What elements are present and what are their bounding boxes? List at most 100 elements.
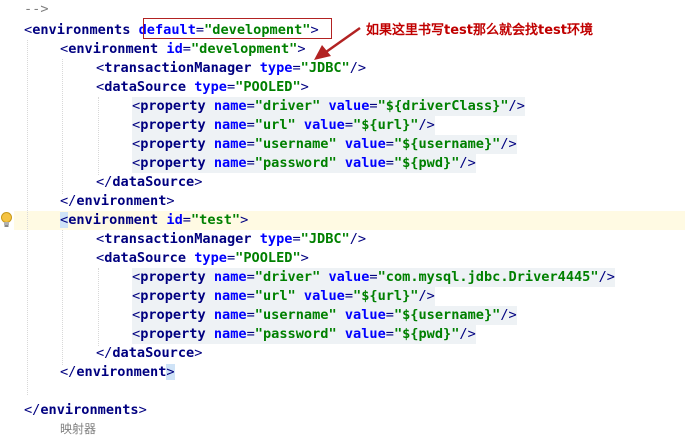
attr-value: "password" bbox=[254, 326, 337, 342]
attr-value: "username" bbox=[254, 136, 337, 152]
attr-name: value bbox=[328, 98, 370, 114]
tag-name: environments bbox=[40, 402, 139, 418]
tag-bracket: < bbox=[96, 250, 105, 266]
attr-name: value bbox=[303, 288, 345, 304]
attr-value: "com.mysql.jdbc.Driver4445" bbox=[377, 269, 599, 285]
tag-bracket: </ bbox=[60, 364, 77, 380]
tag-bracket: < bbox=[96, 231, 105, 247]
code-line-property-username[interactable]: <property name="username" value="${usern… bbox=[132, 135, 517, 154]
attr-eq: = bbox=[182, 212, 191, 228]
code-line-property-driver[interactable]: <property name="driver" value="com.mysql… bbox=[132, 268, 615, 287]
attr-eq: = bbox=[226, 79, 236, 95]
tag-bracket: /> bbox=[418, 288, 435, 304]
attr-eq: = bbox=[385, 307, 394, 323]
attr-eq: = bbox=[292, 231, 301, 247]
annotation-note: 如果这里书写test那么就会找test环境 bbox=[366, 23, 593, 38]
tag-bracket: < bbox=[132, 307, 141, 323]
code-line-environments-close[interactable]: </environments> bbox=[24, 401, 147, 420]
attr-name: name bbox=[213, 307, 247, 323]
tag-bracket: </ bbox=[24, 402, 41, 418]
attr-name: value bbox=[328, 269, 370, 285]
tag-bracket: /> bbox=[459, 326, 476, 342]
attr-value: "${pwd}" bbox=[393, 155, 460, 171]
attr-eq: = bbox=[226, 250, 236, 266]
tag-bracket: > bbox=[300, 250, 309, 266]
indent-guide bbox=[98, 268, 99, 346]
tag-name: property bbox=[140, 98, 206, 114]
attr-name: type bbox=[194, 79, 227, 95]
attr-eq: = bbox=[246, 326, 255, 342]
tag-bracket: > bbox=[194, 174, 203, 190]
tag-bracket: /> bbox=[598, 269, 615, 285]
lightbulb-icon[interactable] bbox=[0, 211, 13, 229]
attr-name: name bbox=[213, 288, 247, 304]
tag-bracket: > bbox=[138, 402, 147, 418]
code-line-datasource-open[interactable]: <dataSource type="POOLED"> bbox=[96, 78, 309, 97]
code-line-property-username[interactable]: <property name="username" value="${usern… bbox=[132, 306, 517, 325]
tag-bracket: > bbox=[300, 79, 309, 95]
attr-value: "POOLED" bbox=[235, 79, 301, 95]
tag-bracket: > bbox=[166, 364, 175, 380]
callout-arrow-icon bbox=[314, 26, 361, 60]
tag-bracket: < bbox=[132, 117, 141, 133]
attr-name: value bbox=[344, 136, 386, 152]
code-line-property-password[interactable]: <property name="password" value="${pwd}"… bbox=[132, 325, 476, 344]
tag-bracket: < bbox=[132, 155, 141, 171]
comment-end: --> bbox=[24, 1, 49, 17]
code-line-property-driver[interactable]: <property name="driver" value="${driverC… bbox=[132, 97, 525, 116]
attr-value: "test" bbox=[190, 212, 241, 228]
attr-eq: = bbox=[385, 136, 394, 152]
tag-bracket: /> bbox=[500, 307, 517, 323]
code-line-environment-test[interactable]: <environment id="test"> bbox=[60, 211, 248, 230]
tag-bracket: /> bbox=[418, 117, 435, 133]
code-editor[interactable]: --> <environments default="development">… bbox=[0, 0, 685, 436]
attr-eq: = bbox=[385, 326, 394, 342]
attr-name: value bbox=[344, 326, 386, 342]
attr-eq: = bbox=[344, 288, 354, 304]
attr-eq: = bbox=[344, 117, 354, 133]
code-line-property-url[interactable]: <property name="url" value="${url}"/> bbox=[132, 116, 435, 135]
attr-value: "${url}" bbox=[353, 117, 419, 133]
tag-bracket: < bbox=[132, 326, 141, 342]
tag-bracket: < bbox=[24, 22, 33, 38]
attr-eq: = bbox=[246, 288, 255, 304]
attr-value: "${driverClass}" bbox=[377, 98, 509, 114]
tag-bracket: /> bbox=[500, 136, 517, 152]
attr-name: name bbox=[213, 326, 247, 342]
tag-name: property bbox=[140, 155, 206, 171]
code-line-property-url[interactable]: <property name="url" value="${url}"/> bbox=[132, 287, 435, 306]
code-line-environment-development[interactable]: <environment id="development"> bbox=[60, 40, 306, 59]
tag-bracket: /> bbox=[459, 155, 476, 171]
code-line-property-password[interactable]: <property name="password" value="${pwd}"… bbox=[132, 154, 476, 173]
code-line-datasource-close[interactable]: </dataSource> bbox=[96, 344, 202, 363]
tag-bracket: > bbox=[166, 193, 175, 209]
attr-value: "${username}" bbox=[393, 136, 501, 152]
attr-name: name bbox=[213, 269, 247, 285]
tag-bracket: < bbox=[60, 41, 69, 57]
indent-guide bbox=[98, 97, 99, 175]
attr-eq: = bbox=[246, 307, 255, 323]
tag-name: environments bbox=[32, 22, 131, 38]
attr-value: "username" bbox=[254, 307, 337, 323]
attr-name: id bbox=[166, 41, 183, 57]
attr-value: "driver" bbox=[254, 269, 321, 285]
attr-value: "url" bbox=[254, 288, 296, 304]
attr-value: "POOLED" bbox=[235, 250, 301, 266]
code-line-environment-close[interactable]: </environment> bbox=[60, 192, 175, 211]
tag-bracket: /> bbox=[349, 231, 367, 247]
tag-name: property bbox=[140, 288, 206, 304]
tag-name: environment bbox=[68, 212, 159, 228]
tag-name: transactionManager bbox=[104, 231, 252, 247]
tag-name: dataSource bbox=[112, 174, 195, 190]
attr-eq: = bbox=[246, 155, 255, 171]
code-line-datasource-close[interactable]: </dataSource> bbox=[96, 173, 202, 192]
code-line-transaction-manager[interactable]: <transactionManager type="JDBC"/> bbox=[96, 230, 366, 249]
indent-guide bbox=[62, 230, 63, 365]
tag-name: environment bbox=[76, 364, 167, 380]
code-line-datasource-open[interactable]: <dataSource type="POOLED"> bbox=[96, 249, 309, 268]
attr-eq: = bbox=[246, 136, 255, 152]
code-line-environment-close[interactable]: </environment> bbox=[60, 363, 175, 382]
tag-bracket: > bbox=[194, 345, 203, 361]
attr-name: type bbox=[259, 231, 293, 247]
attr-name: value bbox=[344, 155, 386, 171]
